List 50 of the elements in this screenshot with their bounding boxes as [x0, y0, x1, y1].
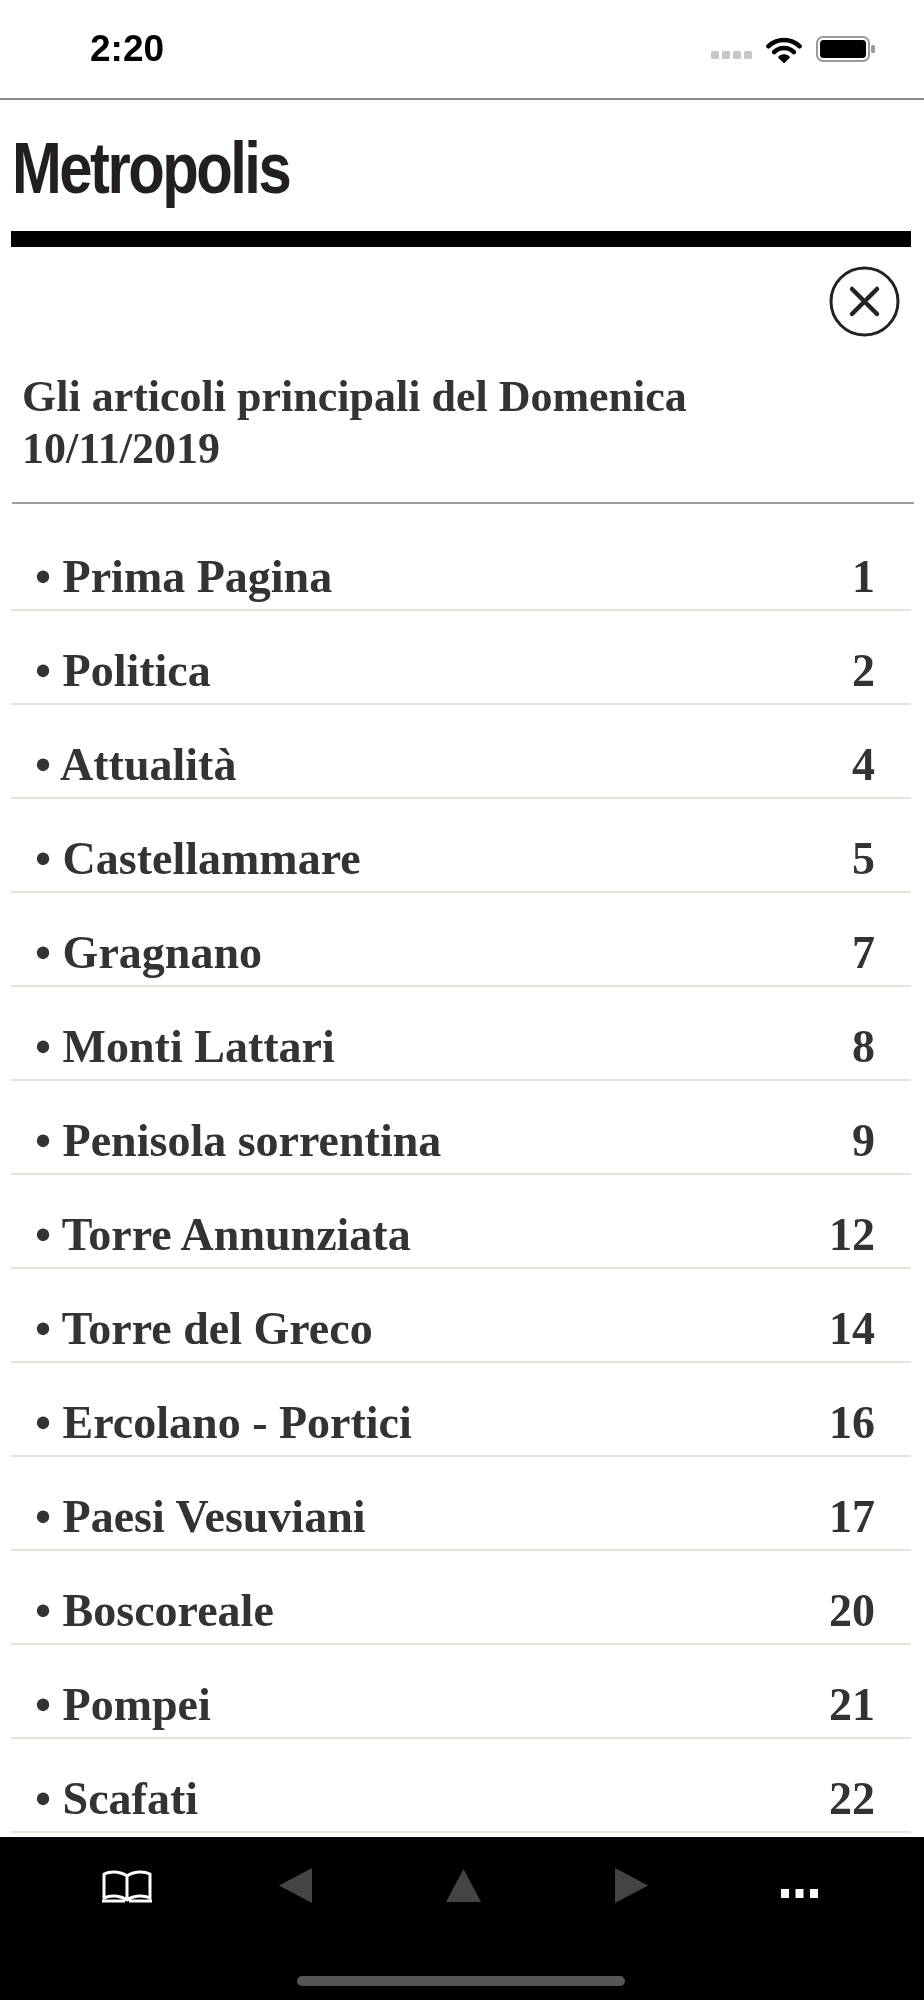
- page-number: 17: [829, 1494, 875, 1540]
- page-number: 21: [829, 1682, 875, 1728]
- section-row[interactable]: • Torre Annunziata 12: [11, 1175, 911, 1269]
- section-title: • Torre del Greco: [35, 1306, 373, 1352]
- panel-title: Gli articoli principali del Domenica 10/11/2019: [21, 371, 688, 475]
- section-title: • Penisola sorrentina: [35, 1118, 442, 1164]
- section-title: • Pompei: [35, 1682, 211, 1728]
- book-icon[interactable]: [100, 1867, 154, 1903]
- section-row[interactable]: • Paesi Vesuviani 17: [11, 1457, 911, 1551]
- section-title: • Torre Annunziata: [35, 1212, 411, 1258]
- battery-icon: [816, 36, 875, 62]
- section-row[interactable]: • Attualità 4: [11, 705, 911, 799]
- page-number: 7: [852, 930, 875, 976]
- section-row[interactable]: • Boscoreale 20: [11, 1551, 911, 1645]
- page-number: 16: [829, 1400, 875, 1446]
- page-number: 4: [852, 742, 875, 788]
- section-title: • Attualità: [35, 742, 237, 788]
- signal-icon: [711, 51, 752, 59]
- section-row[interactable]: • Scafati 22: [11, 1739, 911, 1833]
- section-row[interactable]: • Torre del Greco 14: [11, 1269, 911, 1363]
- section-row[interactable]: • Ercolano - Portici 16: [11, 1363, 911, 1457]
- section-row[interactable]: • Monti Lattari 8: [11, 987, 911, 1081]
- close-icon[interactable]: [829, 266, 900, 337]
- section-row[interactable]: • Pompei 21: [11, 1645, 911, 1739]
- section-row[interactable]: • Gragnano 7: [11, 893, 911, 987]
- page-number: 9: [852, 1118, 875, 1164]
- page-number: 8: [852, 1024, 875, 1070]
- page-number: 5: [852, 836, 875, 882]
- section-title: • Paesi Vesuviani: [35, 1494, 366, 1540]
- section-title: • Scafati: [35, 1776, 199, 1822]
- page-number: 20: [829, 1588, 875, 1634]
- section-row[interactable]: • Castellammare 5: [11, 799, 911, 893]
- page-number: 22: [829, 1776, 875, 1822]
- page-number: 2: [852, 648, 875, 694]
- wifi-icon: [766, 35, 802, 63]
- section-title: • Gragnano: [35, 930, 262, 976]
- section-title: • Politica: [35, 648, 211, 694]
- section-title: • Ercolano - Portici: [35, 1400, 412, 1446]
- page-number: 14: [829, 1306, 875, 1352]
- section-row[interactable]: • Politica 2: [11, 611, 911, 705]
- section-title: • Prima Pagina: [35, 554, 333, 600]
- status-time: 2:20: [90, 29, 165, 69]
- more-icon[interactable]: [780, 1888, 818, 1898]
- section-title: • Castellammare: [35, 836, 361, 882]
- page-number: 12: [829, 1212, 875, 1258]
- section-title: • Boscoreale: [35, 1588, 274, 1634]
- section-title: • Monti Lattari: [35, 1024, 335, 1070]
- section-row[interactable]: • Prima Pagina 1: [11, 517, 911, 611]
- page-number: 1: [852, 554, 875, 600]
- section-row[interactable]: • Penisola sorrentina 9: [11, 1081, 911, 1175]
